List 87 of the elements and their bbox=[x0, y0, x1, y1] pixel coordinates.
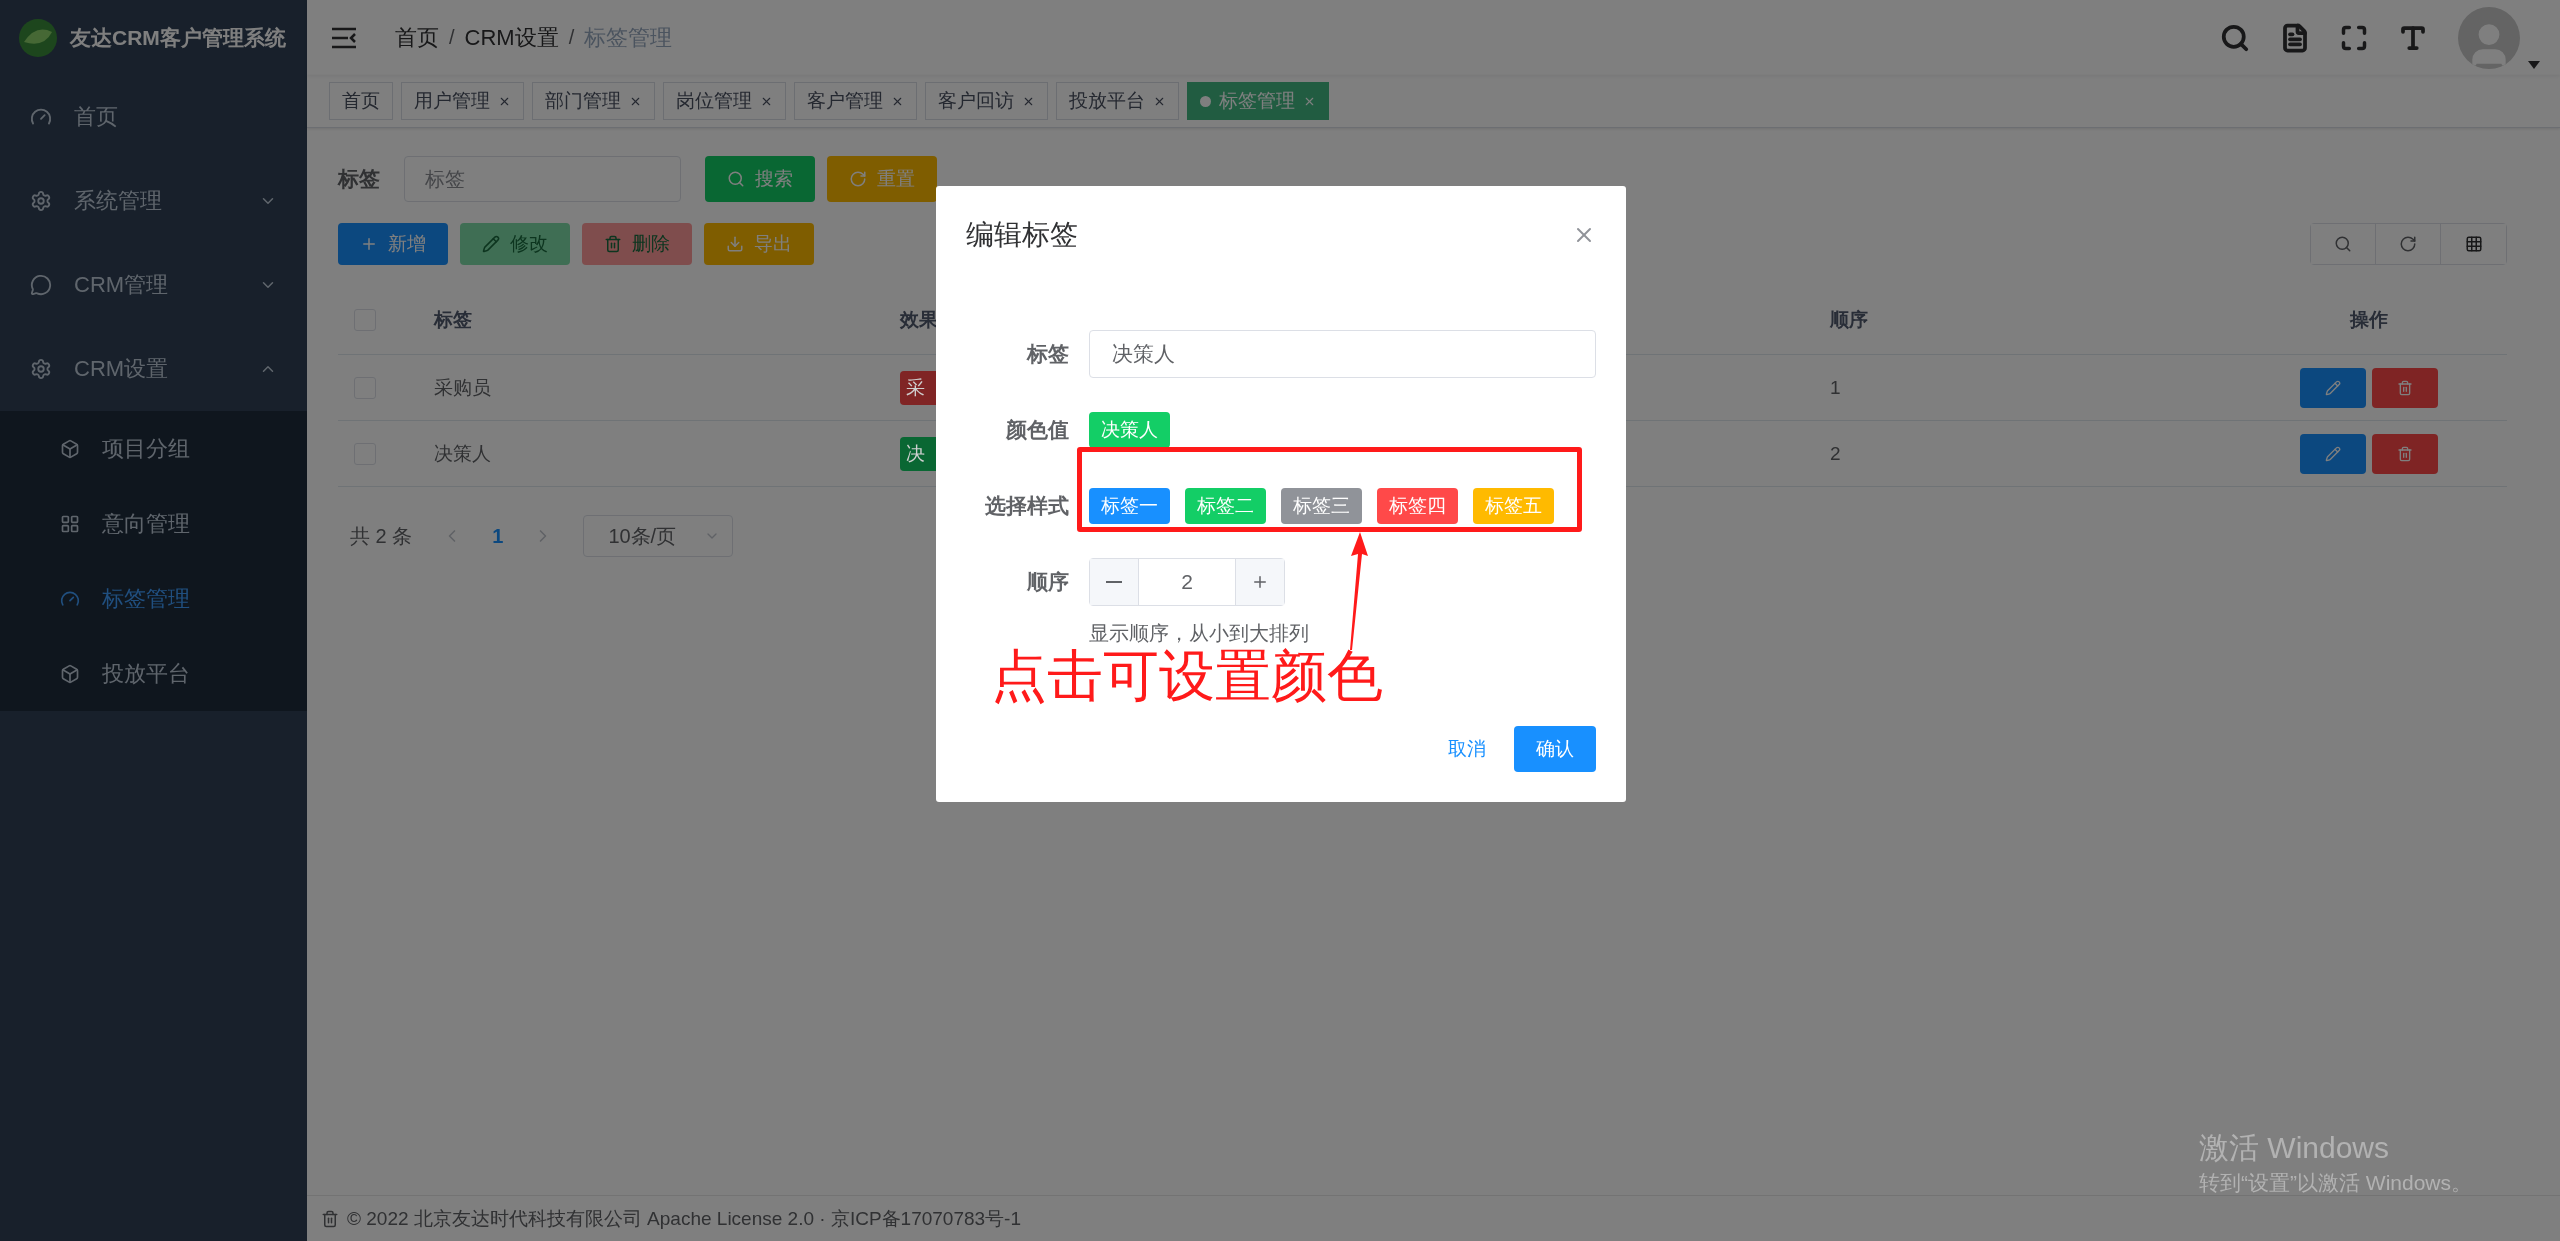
breadcrumb-link[interactable]: 首页 bbox=[395, 22, 439, 53]
plus-icon bbox=[360, 235, 378, 253]
table-cell-text: 1 bbox=[1830, 376, 1842, 399]
minus-icon bbox=[1106, 581, 1122, 583]
confirm-button[interactable]: 确认 bbox=[1514, 726, 1596, 772]
page-tab[interactable]: 部门管理 bbox=[532, 82, 655, 120]
style-tag-button[interactable]: 标签三 bbox=[1281, 488, 1362, 524]
pencil-icon bbox=[482, 235, 500, 253]
total-count: 共 2 条 bbox=[350, 523, 413, 549]
sidebar-subitem[interactable]: 投放平台 bbox=[0, 636, 307, 711]
sidebar-item[interactable]: 首页 bbox=[0, 75, 307, 159]
grid-icon bbox=[2464, 235, 2483, 253]
delete-button[interactable] bbox=[2371, 367, 2438, 408]
page-number[interactable]: 1 bbox=[492, 524, 504, 548]
document-icon[interactable] bbox=[2280, 22, 2310, 53]
sidebar-subitem[interactable]: 标签管理 bbox=[0, 561, 307, 636]
pencil-icon bbox=[2324, 445, 2341, 462]
search-icon bbox=[727, 170, 745, 188]
search-label: 标签 bbox=[338, 166, 380, 192]
style-tag-button[interactable]: 标签一 bbox=[1089, 488, 1170, 524]
column-header: 标签 bbox=[434, 307, 473, 332]
column-header: 操作 bbox=[2348, 307, 2389, 332]
column-header: 效果 bbox=[900, 307, 939, 332]
hint-text: 显示顺序，从小到大排列 bbox=[1089, 621, 1310, 646]
table-cell-text: 决策人 bbox=[434, 441, 492, 466]
download-icon bbox=[726, 235, 744, 253]
style-tag-button[interactable]: 标签二 bbox=[1185, 488, 1266, 524]
page-tab[interactable]: 标签管理 bbox=[1187, 82, 1329, 120]
cancel-button[interactable]: 取消 bbox=[1442, 735, 1492, 763]
grid-icon bbox=[60, 513, 80, 534]
search-toggle-button[interactable] bbox=[2311, 224, 2376, 264]
sidebar-subitem[interactable]: 意向管理 bbox=[0, 486, 307, 561]
page-tab[interactable]: 用户管理 bbox=[401, 82, 524, 120]
refresh-icon bbox=[849, 170, 867, 188]
form-label: 颜色值 bbox=[1005, 417, 1069, 443]
edit-button[interactable] bbox=[2299, 433, 2366, 474]
trash-icon bbox=[2396, 445, 2413, 462]
trash-icon bbox=[2396, 379, 2413, 396]
chat-icon bbox=[30, 274, 52, 296]
page-tab[interactable]: 客户管理 bbox=[794, 82, 917, 120]
table-cell-text: 2 bbox=[1830, 442, 1842, 465]
form-label: 顺序 bbox=[1026, 569, 1069, 595]
sidebar-item[interactable]: CRM管理 bbox=[0, 243, 307, 327]
column-header: 顺序 bbox=[1830, 307, 1869, 332]
breadcrumb-separator: / bbox=[568, 26, 575, 49]
tag-input-field[interactable]: 决策人 bbox=[1089, 330, 1596, 378]
gear-icon bbox=[30, 190, 52, 212]
delete-button[interactable] bbox=[2371, 433, 2438, 474]
tag-preview: 决策人 bbox=[1089, 412, 1170, 448]
pencil-icon bbox=[2324, 379, 2341, 396]
style-tag-button[interactable]: 标签四 bbox=[1377, 488, 1458, 524]
cube-icon bbox=[60, 663, 80, 684]
annotation-text: 点击可设置颜色 bbox=[991, 648, 1383, 704]
page-tab[interactable]: 岗位管理 bbox=[663, 82, 786, 120]
fullscreen-icon[interactable] bbox=[2340, 23, 2368, 52]
table-cell-text: 采购员 bbox=[434, 375, 492, 400]
form-label: 标签 bbox=[1025, 341, 1069, 367]
form-label: 选择样式 bbox=[984, 493, 1069, 519]
cube-icon bbox=[60, 438, 80, 459]
sidebar-item[interactable]: CRM设置 bbox=[0, 327, 307, 411]
search-icon[interactable] bbox=[2220, 22, 2250, 53]
dot-icon bbox=[1200, 95, 1211, 107]
leaf-logo-icon bbox=[18, 17, 58, 58]
page-size-select[interactable]: 10条/页 bbox=[583, 515, 734, 557]
menu-toggle-icon[interactable] bbox=[331, 26, 357, 49]
sidebar-subitem[interactable]: 项目分组 bbox=[0, 411, 307, 486]
edit-button[interactable] bbox=[2299, 367, 2366, 408]
search-field[interactable]: 标签 bbox=[404, 156, 681, 202]
style-tag-button[interactable]: 标签五 bbox=[1473, 488, 1554, 524]
search-button[interactable]: 搜索 bbox=[705, 156, 815, 202]
add-button[interactable]: 新增 bbox=[338, 223, 448, 265]
sidebar-item[interactable]: 系统管理 bbox=[0, 159, 307, 243]
breadcrumb-link[interactable]: CRM设置 bbox=[464, 22, 559, 53]
search-icon bbox=[2334, 235, 2352, 253]
gear-icon bbox=[30, 358, 52, 380]
app-title: 友达CRM客户管理系统 bbox=[70, 24, 286, 51]
trash-icon bbox=[321, 1209, 339, 1228]
trash-icon bbox=[604, 235, 622, 253]
copyright-text: © 2022 北京友达时代科技有限公司 Apache License 2.0 · 京ICP备17070783号-1 bbox=[347, 1206, 1021, 1231]
dialog-title: 编辑标签 bbox=[966, 218, 1078, 252]
page-tab[interactable]: 首页 bbox=[329, 82, 393, 120]
breadcrumb-separator: / bbox=[449, 26, 455, 49]
caret-icon[interactable] bbox=[2528, 60, 2540, 69]
page-tab[interactable]: 投放平台 bbox=[1056, 82, 1179, 120]
refresh-icon bbox=[2399, 235, 2417, 253]
plus-icon bbox=[1251, 573, 1269, 591]
page-tab[interactable]: 客户回访 bbox=[925, 82, 1048, 120]
